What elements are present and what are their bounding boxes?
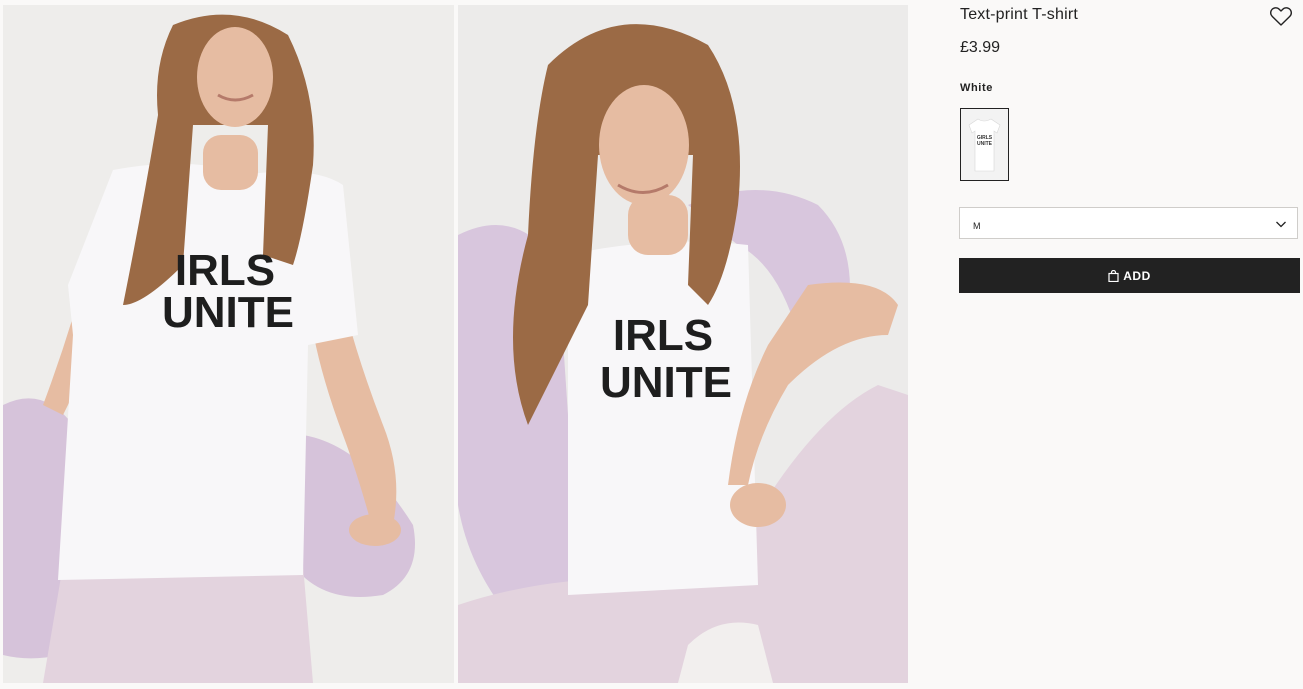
add-to-bag-button[interactable]: ADD [959, 258, 1300, 293]
color-label: White [960, 82, 993, 94]
print-line2: UNITE [600, 358, 732, 407]
size-dropdown[interactable]: M [959, 207, 1298, 239]
model-photo-seated: IRLS UNITE [458, 5, 908, 683]
print-line2: UNITE [162, 288, 294, 337]
product-image-front[interactable]: IRLS UNITE [3, 5, 454, 683]
product-page: IRLS UNITE IRLS UNITE Text-print T-shirt… [0, 0, 1303, 689]
product-info-panel: Text-print T-shirt £3.99 White GIRLS UNI… [959, 0, 1300, 689]
add-button-label: ADD [1123, 268, 1151, 283]
product-price: £3.99 [960, 39, 1001, 56]
selected-size: M [973, 221, 981, 231]
product-title: Text-print T-shirt [960, 6, 1078, 23]
favorite-button[interactable] [1269, 5, 1293, 27]
model-photo-front: IRLS UNITE [3, 5, 454, 683]
shopping-bag-icon [1108, 269, 1119, 282]
color-swatch-white[interactable]: GIRLS UNITE [960, 108, 1009, 181]
print-line1: IRLS [613, 311, 713, 360]
chevron-down-icon [1275, 218, 1287, 230]
product-image-seated[interactable]: IRLS UNITE [458, 5, 908, 683]
swatch-thumbnail: GIRLS UNITE [961, 109, 1008, 180]
svg-text:UNITE: UNITE [977, 141, 993, 147]
heart-icon [1270, 7, 1292, 26]
